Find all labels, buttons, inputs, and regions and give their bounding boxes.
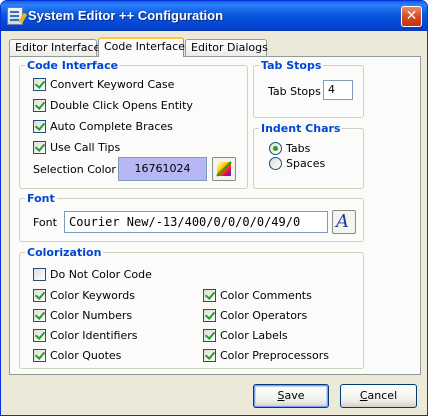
checkbox-label: Color Quotes: [50, 349, 122, 362]
font-input[interactable]: Courier New/-13/400/0/0/0/0/49/0: [64, 211, 328, 233]
checkbox-box[interactable]: [33, 78, 46, 91]
window-title: System Editor ++ Configuration: [28, 8, 224, 23]
checkbox-box[interactable]: [33, 309, 46, 322]
font-icon: A: [336, 211, 349, 232]
save-button[interactable]: Save: [253, 384, 329, 408]
font-picker-button[interactable]: A: [332, 210, 356, 234]
checkbox-box[interactable]: [203, 329, 216, 342]
font-title: Font: [25, 192, 57, 205]
checkbox-label: Color Numbers: [50, 309, 133, 322]
checkbox-box[interactable]: [33, 120, 46, 133]
radio-label: Spaces: [286, 157, 326, 170]
radio-label: Tabs: [286, 142, 311, 155]
tab-stops-group: Tab Stops Tab Stops 4: [253, 59, 364, 118]
close-icon: ✕: [405, 8, 418, 24]
checkbox-label: Color Comments: [220, 289, 312, 302]
configuration-window: System Editor ++ Configuration ✕ Editor …: [0, 0, 428, 416]
radio-circle[interactable]: [269, 157, 282, 170]
editor-window-icon: [7, 7, 23, 25]
color-picker-button[interactable]: [212, 157, 236, 181]
indent-chars-group: Indent Chars Tabs Spaces: [253, 122, 364, 189]
tab-stops-title: Tab Stops: [259, 59, 324, 72]
cancel-button[interactable]: Cancel: [340, 384, 417, 408]
tab-panel-code-interface: Code Interface Convert Keyword Case Doub…: [9, 56, 421, 375]
checkbox-label: Color Keywords: [50, 289, 135, 302]
checkbox-label: Use Call Tips: [50, 141, 121, 154]
checkbox-box[interactable]: [203, 289, 216, 302]
cancel-mnemonic: C: [359, 389, 368, 402]
tab-editor-dialogs[interactable]: Editor Dialogs: [185, 39, 268, 56]
checkbox-label: Auto Complete Braces: [50, 120, 173, 133]
checkbox-box[interactable]: [33, 349, 46, 362]
checkbox-box[interactable]: [203, 349, 216, 362]
title-bar[interactable]: System Editor ++ Configuration ✕: [1, 1, 427, 31]
checkbox-label: Do Not Color Code: [50, 268, 152, 281]
code-interface-title: Code Interface: [25, 59, 121, 72]
radio-circle[interactable]: [269, 142, 282, 155]
tab-stops-label: Tab Stops: [268, 85, 321, 98]
tab-editor-interface[interactable]: Editor Interface: [9, 39, 100, 56]
indent-chars-title: Indent Chars: [259, 122, 343, 135]
colorization-group: Colorization Do Not Color Code Color Key…: [19, 246, 364, 369]
checkbox-label: Double Click Opens Entity: [50, 99, 193, 112]
checkbox-box[interactable]: [33, 268, 46, 281]
checkbox-box[interactable]: [33, 141, 46, 154]
checkbox-label: Color Labels: [220, 329, 288, 342]
tab-code-interface[interactable]: Code Interface: [98, 37, 185, 57]
cancel-label-rest: ancel: [367, 389, 398, 402]
checkbox-label: Color Operators: [220, 309, 308, 322]
checkbox-box[interactable]: [33, 329, 46, 342]
checkbox-label: Color Identifiers: [50, 329, 138, 342]
close-button[interactable]: ✕: [401, 6, 422, 27]
tab-stops-input[interactable]: 4: [323, 80, 353, 100]
checkbox-label: Color Preprocessors: [220, 349, 329, 362]
save-label-rest: ave: [284, 389, 305, 402]
selection-color-label: Selection Color: [33, 163, 116, 176]
checkbox-label: Convert Keyword Case: [50, 78, 175, 91]
font-group: Font Font Courier New/-13/400/0/0/0/0/49…: [19, 192, 364, 242]
colorization-title: Colorization: [25, 246, 104, 259]
checkbox-box[interactable]: [33, 289, 46, 302]
color-palette-icon: [216, 161, 232, 177]
code-interface-group: Code Interface Convert Keyword Case Doub…: [19, 59, 248, 189]
checkbox-box[interactable]: [203, 309, 216, 322]
checkbox-box[interactable]: [33, 99, 46, 112]
selection-color-field[interactable]: 16761024: [118, 157, 207, 181]
font-label: Font: [33, 216, 57, 229]
